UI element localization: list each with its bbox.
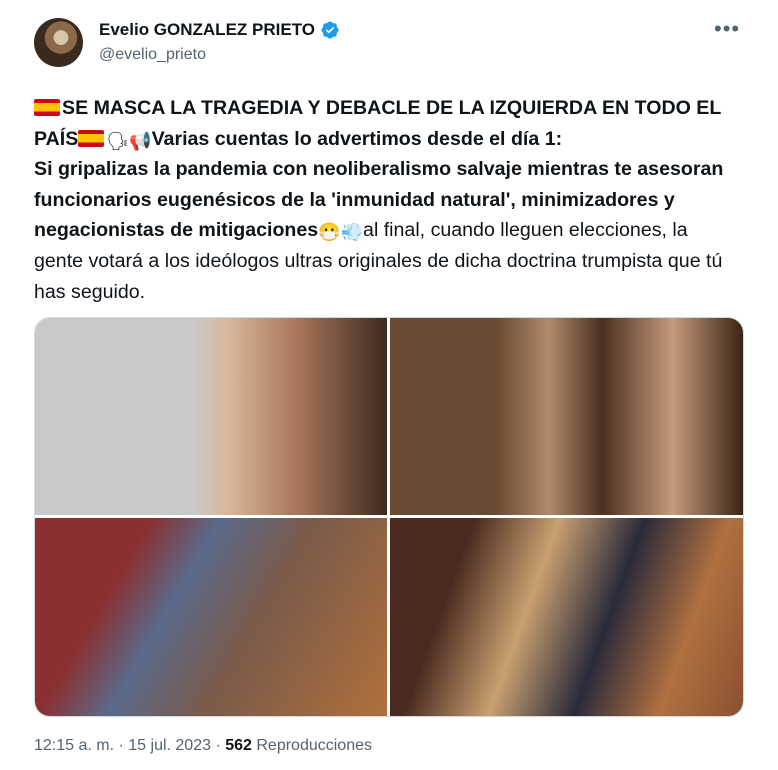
- author-row: Evelio GONZALEZ PRIETO: [99, 20, 340, 40]
- spain-flag-icon: [78, 129, 105, 147]
- separator: ·: [211, 737, 226, 754]
- more-options-icon[interactable]: •••: [714, 18, 740, 40]
- author-name[interactable]: Evelio GONZALEZ PRIETO: [99, 20, 315, 40]
- tweet-metadata: 12:15 a. m. · 15 jul. 2023 · 562 Reprodu…: [34, 737, 372, 755]
- speaking-head-icon: 🗣: [106, 130, 130, 151]
- views-label: Reproducciones: [256, 737, 372, 754]
- tweet-time[interactable]: 12:15 a. m.: [34, 737, 114, 754]
- spain-flag-icon: [34, 99, 60, 116]
- author-handle[interactable]: @evelio_prieto: [99, 46, 206, 64]
- dash-icon: 💨: [340, 222, 364, 243]
- photo-woman-masked-wiping-eyes[interactable]: [390, 518, 743, 716]
- photo-man-wiping-eye-crowd[interactable]: [390, 318, 743, 515]
- megaphone-icon: 📢: [129, 130, 152, 151]
- tweet-warning: Varias cuentas lo advertimos desde el dí…: [151, 127, 563, 150]
- avatar[interactable]: [34, 18, 83, 67]
- tweet-text: SE MASCA LA TRAGEDIA Y DEBACLE DE LA IZQ…: [34, 93, 734, 307]
- photo-crying-man-closeup[interactable]: [35, 318, 387, 515]
- verified-badge-icon: [321, 21, 339, 39]
- face-mask-icon: 😷: [318, 222, 341, 243]
- views-count: 562: [225, 737, 252, 754]
- separator: ·: [114, 737, 129, 754]
- photo-man-with-tissue-parliament[interactable]: [35, 518, 387, 716]
- media-grid: [34, 317, 744, 717]
- tweet-date[interactable]: 15 jul. 2023: [128, 737, 211, 754]
